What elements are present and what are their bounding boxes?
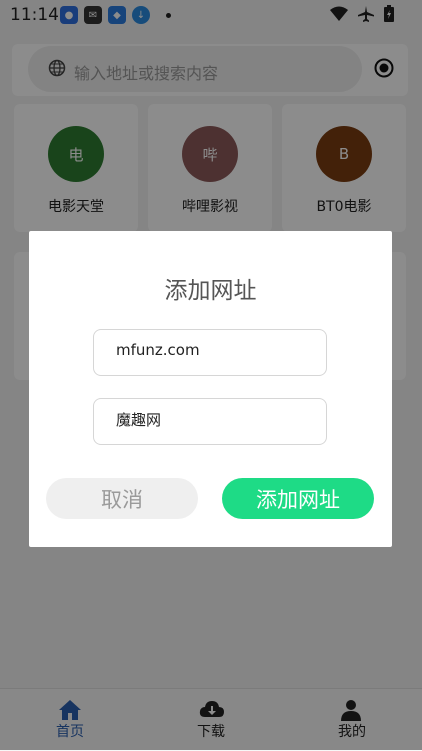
site-name-field[interactable] [93, 398, 327, 445]
add-url-dialog: 添加网址 取消 添加网址 [29, 231, 392, 547]
cancel-button[interactable]: 取消 [46, 478, 198, 519]
site-name-input[interactable] [116, 410, 316, 428]
dialog-title: 添加网址 [164, 278, 257, 304]
url-input[interactable] [116, 341, 316, 359]
add-url-button[interactable]: 添加网址 [222, 478, 374, 519]
url-field[interactable] [93, 329, 327, 376]
